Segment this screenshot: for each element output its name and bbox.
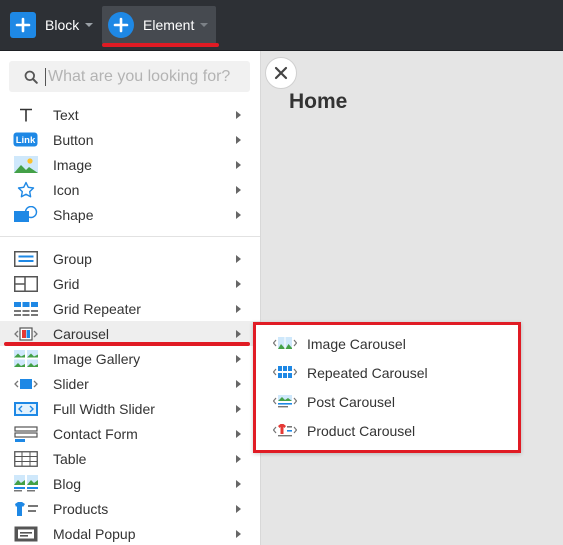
modal-popup-icon — [13, 524, 38, 543]
menu-divider — [0, 236, 260, 237]
submenu-item-post-carousel[interactable]: Post Carousel — [256, 387, 518, 416]
menu-item-label: Image — [53, 156, 92, 173]
menu-item-label: Modal Popup — [53, 525, 136, 542]
table-icon — [13, 449, 38, 468]
text-icon — [13, 105, 38, 124]
menu-item-group[interactable]: Group — [0, 246, 260, 271]
chevron-right-icon — [236, 330, 241, 338]
menu-item-label: Full Width Slider — [53, 400, 155, 417]
submenu-item-label: Post Carousel — [307, 393, 395, 410]
submenu-item-image-carousel[interactable]: Image Carousel — [256, 329, 518, 358]
menu-item-grid-repeater[interactable]: Grid Repeater — [0, 296, 260, 321]
repeated-carousel-icon — [273, 364, 297, 380]
chevron-right-icon — [236, 255, 241, 263]
carousel-submenu: Image Carousel Repeated Carousel Post Ca… — [253, 322, 521, 453]
search-box[interactable] — [9, 61, 250, 92]
chevron-right-icon — [236, 211, 241, 219]
chevron-right-icon — [236, 530, 241, 538]
chevron-right-icon — [236, 480, 241, 488]
menu-item-slider[interactable]: Slider — [0, 371, 260, 396]
menu-item-button[interactable]: Link Button — [0, 127, 260, 152]
add-element-label: Element — [143, 17, 195, 33]
menu-item-label: Carousel — [53, 325, 110, 342]
chevron-right-icon — [236, 505, 241, 513]
contact-form-icon — [13, 424, 38, 443]
menu-item-label: Grid — [53, 275, 80, 292]
close-icon — [274, 66, 288, 80]
menu-item-image[interactable]: Image — [0, 152, 260, 177]
menu-item-contact-form[interactable]: Contact Form — [0, 421, 260, 446]
menu-item-image-gallery[interactable]: Image Gallery — [0, 346, 260, 371]
submenu-item-label: Repeated Carousel — [307, 364, 428, 381]
plus-icon — [10, 12, 36, 38]
menu-item-products[interactable]: Products — [0, 496, 260, 521]
chevron-right-icon — [236, 161, 241, 169]
chevron-right-icon — [236, 305, 241, 313]
chevron-right-icon — [236, 380, 241, 388]
chevron-down-icon — [200, 23, 209, 27]
menu-item-label: Button — [53, 131, 94, 148]
shape-icon — [13, 205, 38, 224]
menu-item-table[interactable]: Table — [0, 446, 260, 471]
menu-item-label: Blog — [53, 475, 82, 492]
image-icon — [13, 155, 38, 174]
chevron-right-icon — [236, 111, 241, 119]
close-panel-button[interactable] — [265, 57, 297, 89]
submenu-item-label: Image Carousel — [307, 335, 406, 352]
menu-item-label: Grid Repeater — [53, 300, 141, 317]
blog-icon — [13, 474, 38, 493]
image-gallery-icon — [13, 349, 38, 368]
highlight-underline — [102, 43, 219, 47]
chevron-right-icon — [236, 455, 241, 463]
chevron-right-icon — [236, 136, 241, 144]
grid-repeater-icon — [13, 299, 38, 318]
grid-icon — [13, 274, 38, 293]
chevron-right-icon — [236, 186, 241, 194]
top-toolbar: Block Element — [0, 0, 563, 51]
add-block-button[interactable]: Block — [10, 6, 94, 44]
menu-item-label: Group — [53, 250, 92, 267]
group-icon — [13, 249, 38, 268]
product-carousel-icon — [273, 422, 297, 438]
chevron-right-icon — [236, 355, 241, 363]
carousel-icon — [13, 324, 38, 343]
search-input[interactable] — [45, 67, 240, 86]
submenu-item-label: Product Carousel — [307, 422, 416, 439]
submenu-item-repeated-carousel[interactable]: Repeated Carousel — [256, 358, 518, 387]
menu-item-full-width-slider[interactable]: Full Width Slider — [0, 396, 260, 421]
post-carousel-icon — [273, 393, 297, 409]
menu-item-shape[interactable]: Shape — [0, 202, 260, 227]
menu-item-label: Image Gallery — [53, 350, 141, 367]
full-width-slider-icon — [13, 399, 38, 418]
menu-item-label: Shape — [53, 206, 94, 223]
search-icon — [23, 69, 39, 85]
star-icon — [13, 180, 38, 199]
menu-item-grid[interactable]: Grid — [0, 271, 260, 296]
image-carousel-icon — [273, 335, 297, 351]
link-button-icon: Link — [13, 130, 38, 149]
add-block-label: Block — [45, 17, 80, 33]
chevron-right-icon — [236, 280, 241, 288]
menu-item-modal-popup[interactable]: Modal Popup — [0, 521, 260, 545]
page-title: Home — [289, 90, 348, 113]
element-panel: Text Link Button Image Icon Shape — [0, 51, 261, 545]
menu-item-label: Text — [53, 106, 79, 123]
chevron-down-icon — [85, 23, 94, 27]
menu-item-blog[interactable]: Blog — [0, 471, 260, 496]
menu-item-label: Slider — [53, 375, 89, 392]
chevron-right-icon — [236, 405, 241, 413]
slider-icon — [13, 374, 38, 393]
plus-circle-icon — [108, 12, 134, 38]
products-icon — [13, 499, 38, 518]
submenu-item-product-carousel[interactable]: Product Carousel — [256, 416, 518, 445]
menu-item-label: Products — [53, 500, 109, 517]
svg-text:Link: Link — [16, 135, 36, 146]
menu-item-label: Table — [53, 450, 87, 467]
menu-item-icon[interactable]: Icon — [0, 177, 260, 202]
menu-item-text[interactable]: Text — [0, 102, 260, 127]
chevron-right-icon — [236, 430, 241, 438]
menu-item-label: Icon — [53, 181, 80, 198]
add-element-button[interactable]: Element — [102, 6, 216, 44]
menu-item-label: Contact Form — [53, 425, 138, 442]
